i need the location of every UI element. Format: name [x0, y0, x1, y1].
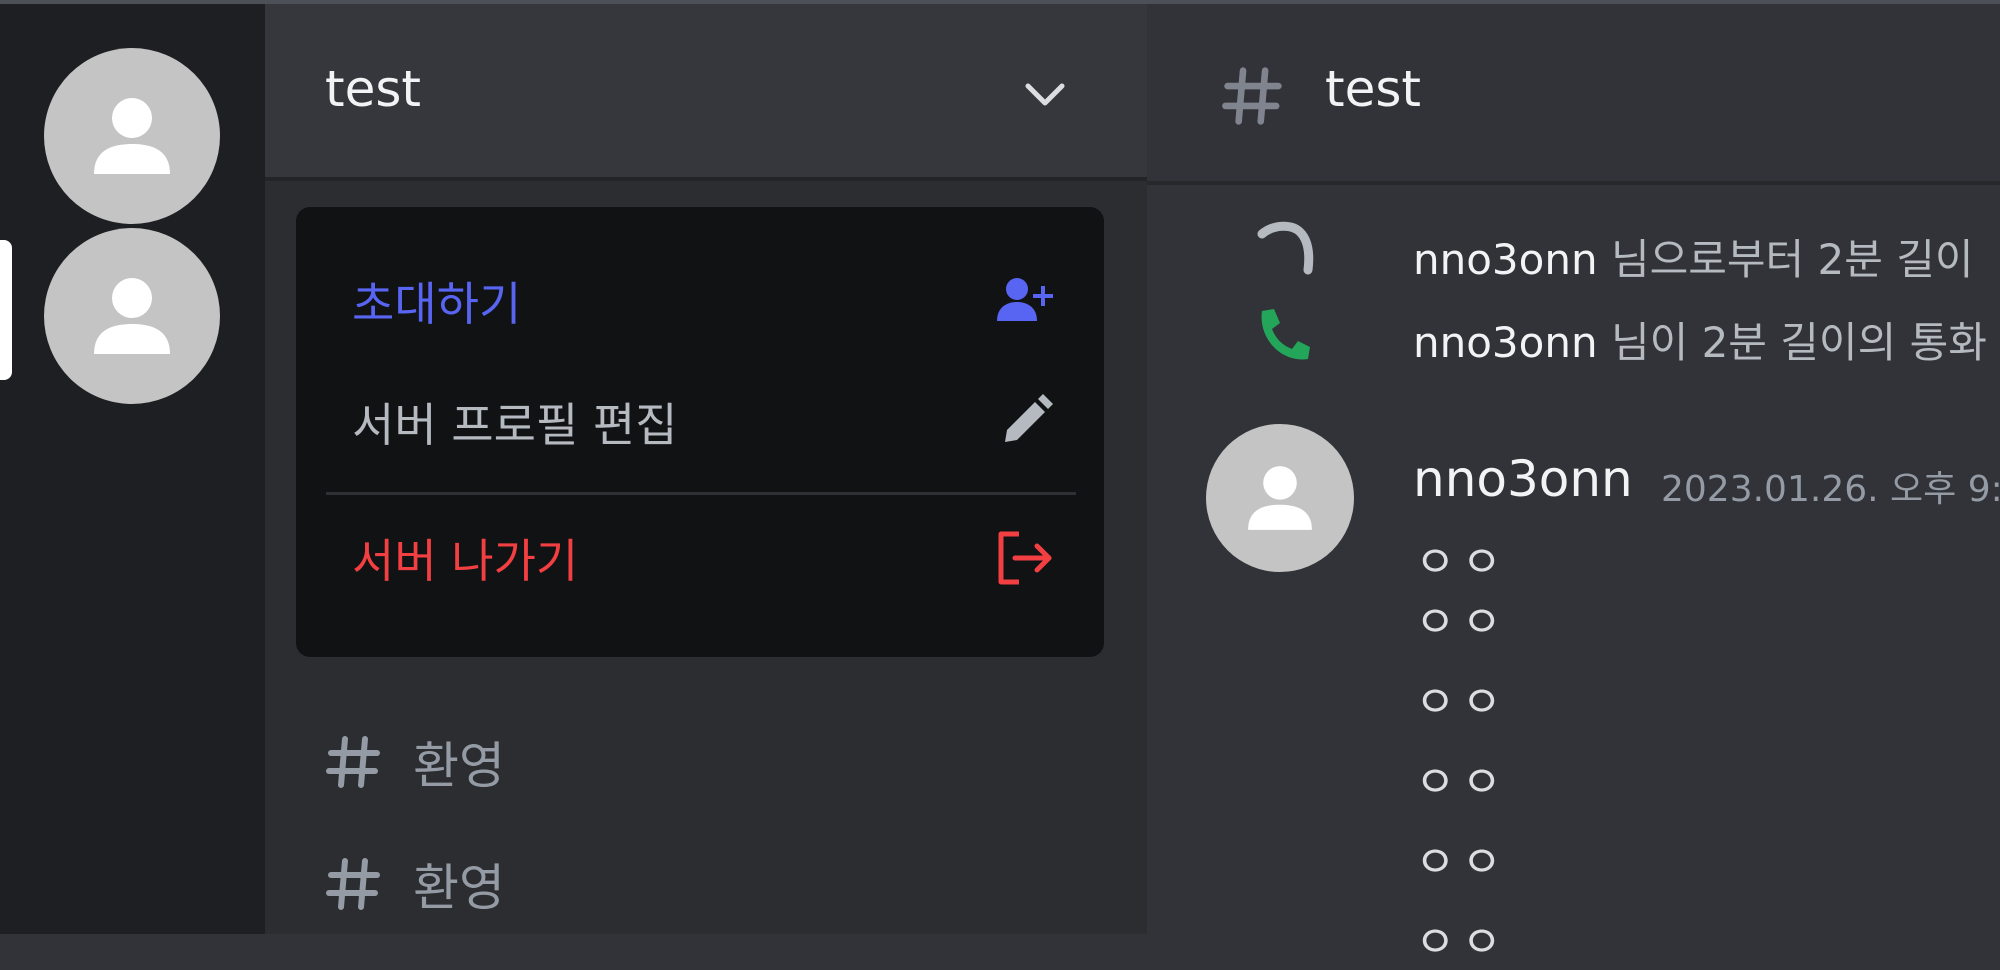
- phone-icon: [1261, 309, 1310, 360]
- channel-label: 환영: [413, 737, 505, 795]
- message-line: ㅇㅇ: [1415, 757, 1508, 808]
- server-name: test: [325, 60, 422, 118]
- user-avatar-icon: [1248, 466, 1312, 530]
- phone-missed-icon: [1257, 221, 1314, 275]
- menu-divider: [326, 492, 1076, 495]
- system-message-body: 님으로부터 2분 길이: [1610, 235, 1974, 284]
- system-message-body: 님이 2분 길이의 통화: [1610, 318, 1987, 367]
- message-line: ㅇㅇ: [1415, 677, 1508, 728]
- system-message-user[interactable]: nno3onn: [1413, 318, 1598, 367]
- selected-server-indicator: [0, 240, 12, 380]
- menu-item-label: 서버 프로필 편집: [352, 398, 678, 452]
- menu-item-label: 초대하기: [352, 277, 522, 331]
- leave-icon: [998, 531, 1052, 585]
- hash-icon: [326, 858, 380, 910]
- server-dropdown-menu: 초대하기 서버 프로필 편집 서버 나가기: [296, 207, 1104, 657]
- message-line: ㅇㅇ: [1415, 537, 1508, 588]
- hash-icon: [326, 736, 380, 788]
- system-message-text: nno3onn 님이 2분 길이의 통화: [1413, 309, 1987, 370]
- server-header[interactable]: test: [265, 0, 1147, 181]
- pencil-icon: [1005, 394, 1053, 442]
- menu-item-label: 서버 나가기: [352, 534, 579, 588]
- menu-item-edit-profile[interactable]: 서버 프로필 편집: [352, 377, 1057, 467]
- channel-item[interactable]: 환영: [325, 844, 505, 924]
- channel-item[interactable]: 환영: [325, 722, 505, 802]
- system-message-missed-call: nno3onn 님으로부터 2분 길이: [1147, 212, 2000, 292]
- system-message-call: nno3onn 님이 2분 길이의 통화: [1147, 295, 2000, 375]
- channel-title: test: [1325, 60, 1422, 118]
- person-add-icon: [997, 278, 1053, 321]
- menu-item-leave[interactable]: 서버 나가기: [352, 513, 1057, 603]
- message-line: ㅇㅇ: [1415, 597, 1508, 648]
- chat-area: test nno3onn 님으로부터 2분 길이 nno3onn 님이 2분 길…: [1147, 0, 2000, 968]
- message-line: ㅇㅇ: [1415, 837, 1508, 888]
- message-timestamp: 2023.01.26. 오후 9:: [1661, 469, 2000, 510]
- menu-item-invite[interactable]: 초대하기: [352, 256, 1057, 346]
- channel-label: 환영: [413, 859, 505, 917]
- server-icon-2[interactable]: [44, 228, 220, 404]
- chat-header: test: [1147, 0, 2000, 185]
- window-top-border: [0, 0, 2000, 4]
- message-avatar[interactable]: [1206, 424, 1354, 572]
- message-author[interactable]: nno3onn: [1413, 450, 1633, 508]
- system-message-text: nno3onn 님으로부터 2분 길이: [1413, 226, 1974, 287]
- system-message-user[interactable]: nno3onn: [1413, 235, 1598, 284]
- chevron-down-icon[interactable]: [1020, 70, 1070, 120]
- message-line: ㅇㅇ: [1415, 917, 1508, 968]
- hash-icon: [1222, 67, 1282, 125]
- user-avatar-icon: [94, 278, 170, 354]
- server-rail: [0, 0, 265, 934]
- server-icon-1[interactable]: [44, 48, 220, 224]
- user-avatar-icon: [94, 98, 170, 174]
